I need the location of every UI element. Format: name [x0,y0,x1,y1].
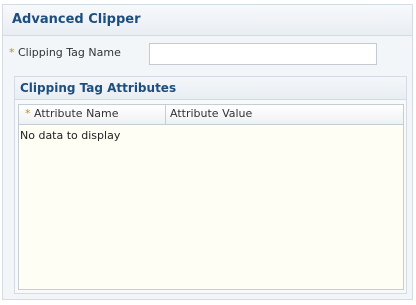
clipping-tag-name-input[interactable] [149,43,377,65]
clipping-tag-name-label-text: Clipping Tag Name [18,46,121,59]
clipping-tag-name-label: * Clipping Tag Name [9,46,121,59]
advanced-clipper-panel: Advanced Clipper * Clipping Tag Name Cli… [2,4,413,300]
required-mark: * [9,46,15,59]
table-header-row: * Attribute Name Attribute Value [19,105,403,125]
column-header-attribute-value-label: Attribute Value [170,107,253,120]
section-header: Clipping Tag Attributes [15,77,406,100]
attributes-table: * Attribute Name Attribute Value No data… [18,104,404,290]
required-mark: * [25,107,31,120]
panel-header: Advanced Clipper [3,5,412,36]
column-header-attribute-name[interactable]: * Attribute Name [25,107,119,120]
empty-table-message: No data to display [20,129,121,142]
column-header-attribute-value[interactable]: Attribute Value [170,107,252,120]
column-divider[interactable] [165,105,166,124]
panel-title: Advanced Clipper [12,12,141,27]
clipping-tag-attributes-section: Clipping Tag Attributes * Attribute Name… [14,76,407,294]
section-title: Clipping Tag Attributes [20,81,177,95]
column-header-attribute-name-label: Attribute Name [34,107,119,120]
